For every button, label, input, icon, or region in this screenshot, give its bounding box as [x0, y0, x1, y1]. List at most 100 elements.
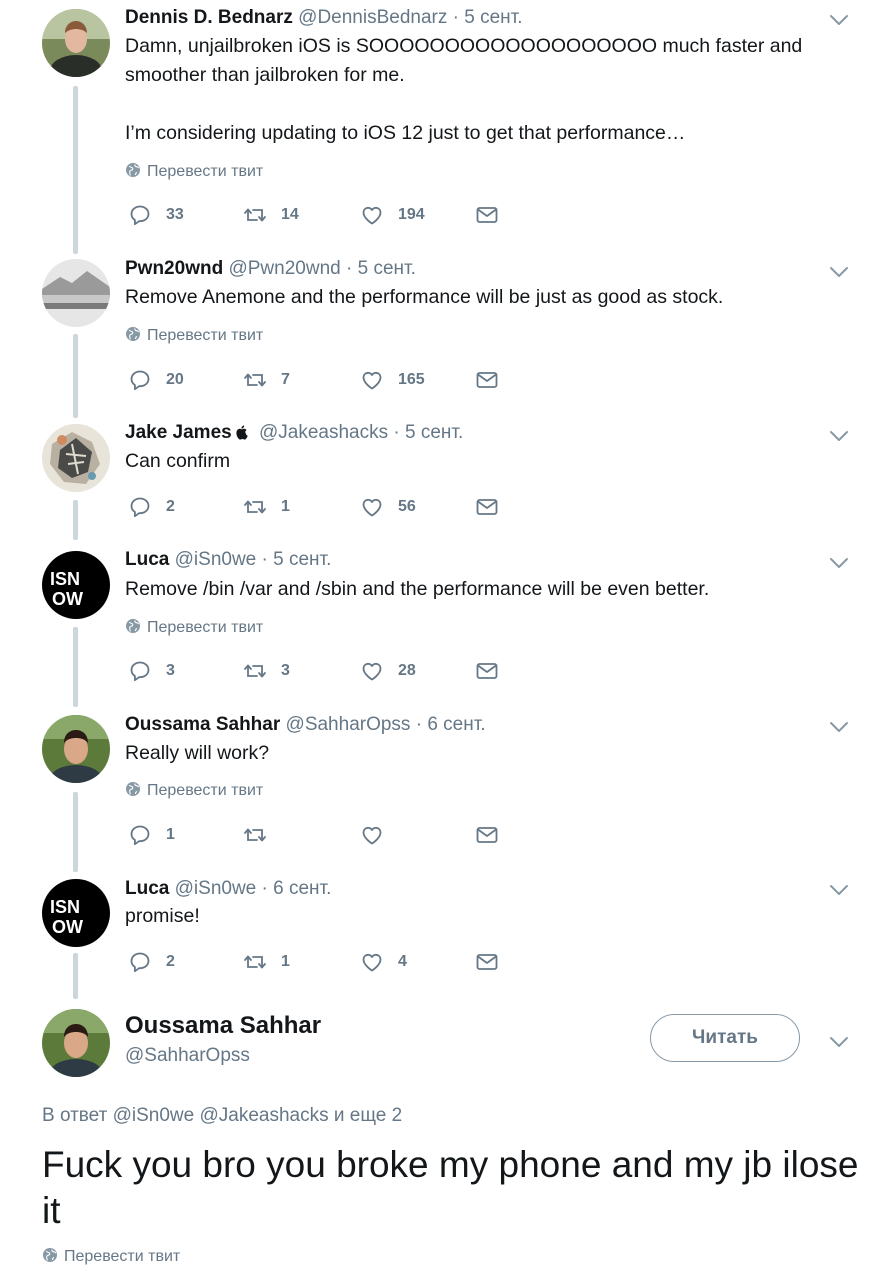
- tweet-date[interactable]: 5 сент.: [273, 549, 331, 570]
- author-handle[interactable]: @Pwn20wnd: [228, 258, 340, 279]
- dm-button[interactable]: [475, 495, 513, 519]
- dm-button[interactable]: [475, 368, 513, 392]
- chevron-down-icon[interactable]: [829, 14, 849, 26]
- reply-count: 2: [166, 498, 175, 515]
- envelope-icon: [475, 495, 499, 519]
- mention-link[interactable]: @iSn0we: [113, 1105, 195, 1126]
- author-name[interactable]: Dennis D. Bednarz: [125, 7, 293, 28]
- reply-button[interactable]: 2: [128, 495, 175, 519]
- main-tweet-text: Fuck you bro you broke my phone and my j…: [42, 1144, 859, 1231]
- avatar[interactable]: [42, 1009, 110, 1077]
- author-name[interactable]: Luca: [125, 549, 169, 570]
- follow-button[interactable]: Читать: [650, 1014, 800, 1062]
- reply-suffix[interactable]: и еще 2: [334, 1105, 402, 1126]
- translate-link[interactable]: Перевести твит: [125, 326, 263, 345]
- reply-prefix: В ответ: [42, 1105, 108, 1126]
- author-handle[interactable]: @iSn0we: [175, 549, 257, 570]
- dm-button[interactable]: [475, 950, 513, 974]
- retweet-button[interactable]: 1: [243, 950, 290, 974]
- reply-button[interactable]: 2: [128, 950, 175, 974]
- main-author-name[interactable]: Oussama Sahhar: [125, 1012, 321, 1040]
- author-name[interactable]: Pwn20wnd: [125, 258, 223, 279]
- translate-link[interactable]: Перевести твит: [42, 1247, 180, 1266]
- avatar[interactable]: ISN OW: [42, 879, 110, 947]
- main-author-handle[interactable]: @SahharOpss: [125, 1045, 250, 1067]
- like-button[interactable]: 56: [360, 495, 416, 519]
- thread-line: [73, 953, 78, 999]
- reply-count: 1: [166, 826, 175, 843]
- thread-line: [73, 792, 78, 872]
- reply-button[interactable]: 20: [128, 368, 184, 392]
- thread-line: [73, 334, 78, 418]
- envelope-icon: [475, 823, 499, 847]
- like-count: 56: [398, 498, 416, 515]
- translate-link[interactable]: Перевести твит: [125, 781, 263, 800]
- author-handle[interactable]: @SahharOpss: [286, 714, 411, 735]
- retweet-count: 1: [281, 953, 290, 970]
- avatar[interactable]: [42, 715, 110, 783]
- retweet-button[interactable]: 14: [243, 203, 299, 227]
- retweet-icon: [243, 823, 267, 847]
- author-name[interactable]: Oussama Sahhar: [125, 714, 280, 735]
- avatar[interactable]: ISN OW: [42, 551, 110, 619]
- tweet-date[interactable]: 5 сент.: [358, 258, 416, 279]
- reply-count: 33: [166, 206, 184, 223]
- tweet-date[interactable]: 5 сент.: [405, 422, 463, 443]
- heart-icon: [360, 203, 384, 227]
- chevron-down-icon[interactable]: [829, 557, 849, 569]
- tweet-text: Remove /bin /var and /sbin and the perfo…: [125, 578, 710, 600]
- mention-link[interactable]: @Jakeashacks: [200, 1105, 329, 1126]
- author-name[interactable]: Jake James: [125, 422, 232, 443]
- translate-link[interactable]: Перевести твит: [125, 162, 263, 181]
- retweet-button[interactable]: 3: [243, 659, 290, 683]
- tweet-date[interactable]: 5 сент.: [464, 7, 522, 28]
- separator-dot: ·: [261, 878, 268, 899]
- tweet-actions: 2 1 4: [128, 950, 528, 974]
- author-handle[interactable]: @Jakeashacks: [259, 422, 388, 443]
- avatar-text: OW: [52, 589, 83, 609]
- dm-button[interactable]: [475, 823, 513, 847]
- author-handle[interactable]: @DennisBednarz: [298, 7, 447, 28]
- envelope-icon: [475, 950, 499, 974]
- tweet-text: promise!: [125, 905, 200, 927]
- like-button[interactable]: 194: [360, 203, 425, 227]
- avatar[interactable]: [42, 9, 110, 77]
- avatar[interactable]: [42, 424, 110, 492]
- reply-button[interactable]: 33: [128, 203, 184, 227]
- chevron-down-icon[interactable]: [829, 884, 849, 896]
- avatar[interactable]: [42, 259, 110, 327]
- like-button[interactable]: [360, 823, 398, 847]
- author-name[interactable]: Luca: [125, 878, 169, 899]
- like-button[interactable]: 165: [360, 368, 425, 392]
- envelope-icon: [475, 659, 499, 683]
- reply-count: 20: [166, 371, 184, 388]
- tweet-actions: 20 7 165: [128, 368, 528, 392]
- separator-dot: ·: [452, 7, 459, 28]
- retweet-button[interactable]: [243, 823, 281, 847]
- translate-label: Перевести твит: [147, 327, 264, 344]
- dm-button[interactable]: [475, 203, 513, 227]
- tweet-date[interactable]: 6 сент.: [273, 878, 331, 899]
- chevron-down-icon[interactable]: [829, 721, 849, 733]
- reply-button[interactable]: 1: [128, 823, 175, 847]
- chevron-down-icon[interactable]: [829, 1036, 849, 1048]
- chevron-down-icon[interactable]: [829, 430, 849, 442]
- reply-context: В ответ @iSn0we @Jakeashacks и еще 2: [42, 1105, 402, 1127]
- avatar-text: ISN: [50, 897, 80, 917]
- reply-button[interactable]: 3: [128, 659, 175, 683]
- retweet-button[interactable]: 7: [243, 368, 290, 392]
- like-button[interactable]: 4: [360, 950, 407, 974]
- globe-icon: [125, 781, 141, 797]
- translate-link[interactable]: Перевести твит: [125, 618, 263, 637]
- like-button[interactable]: 28: [360, 659, 416, 683]
- dm-button[interactable]: [475, 659, 513, 683]
- retweet-count: 1: [281, 498, 290, 515]
- avatar-text: OW: [52, 917, 83, 937]
- chevron-down-icon[interactable]: [829, 266, 849, 278]
- retweet-button[interactable]: 1: [243, 495, 290, 519]
- separator-dot: ·: [393, 422, 400, 443]
- thread-line: [73, 627, 78, 707]
- tweet-date[interactable]: 6 сент.: [427, 714, 485, 735]
- translate-label: Перевести твит: [147, 782, 264, 799]
- author-handle[interactable]: @iSn0we: [175, 878, 257, 899]
